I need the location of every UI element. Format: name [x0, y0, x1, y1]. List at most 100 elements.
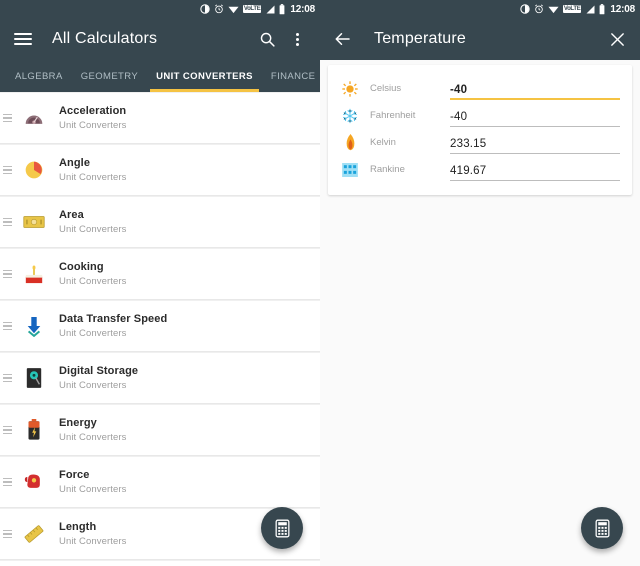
alarm-icon	[214, 4, 224, 14]
list-item-subtitle: Unit Converters	[59, 276, 127, 287]
converter-label: Rankine	[370, 164, 405, 175]
converter-row-rankine[interactable]: Rankine 419.67	[338, 156, 620, 183]
close-icon[interactable]	[606, 28, 628, 50]
signal-icon	[265, 5, 275, 14]
list-item-title: Cooking	[59, 261, 104, 273]
list-item[interactable]: Acceleration Unit Converters	[0, 92, 320, 143]
volte-icon: VoLTE	[562, 5, 582, 13]
list-item-subtitle: Unit Converters	[59, 328, 127, 339]
converter-value: 233.15	[450, 137, 487, 150]
drag-handle-icon[interactable]	[2, 529, 15, 539]
status-bar-right: VoLTE 12:08	[320, 0, 640, 18]
list-item-partial[interactable]	[0, 560, 320, 566]
dnd-icon	[200, 4, 210, 14]
hard-drive-icon	[17, 363, 51, 393]
list-item[interactable]: Digital Storage Unit Converters	[0, 352, 320, 403]
converter-row-celsius[interactable]: Celsius -40	[338, 75, 620, 102]
converter-input-fahrenheit[interactable]: -40	[450, 105, 620, 127]
drag-handle-icon[interactable]	[2, 477, 15, 487]
list-item-subtitle: Unit Converters	[59, 380, 127, 391]
boxing-glove-icon	[17, 467, 51, 497]
list-item[interactable]: Data Transfer Speed Unit Converters	[0, 300, 320, 351]
list-item-title: Length	[59, 521, 97, 533]
list-item[interactable]: Cooking Unit Converters	[0, 248, 320, 299]
temperature-converter-card: Celsius -40 Fahrenheit -40 Kelvin 233.15…	[328, 65, 632, 195]
grid-squares-icon	[338, 160, 362, 180]
list-item-subtitle: Unit Converters	[59, 484, 127, 495]
wifi-icon	[548, 5, 559, 14]
converter-area: Celsius -40 Fahrenheit -40 Kelvin 233.15…	[320, 60, 640, 566]
banknote-icon	[17, 207, 51, 237]
converter-input-kelvin[interactable]: 233.15	[450, 132, 620, 154]
input-underline	[450, 179, 620, 181]
list-item-subtitle: Unit Converters	[59, 172, 127, 183]
snowflake-icon	[338, 106, 362, 126]
app-bar-right: Temperature	[320, 18, 640, 60]
left-panel-all-calculators: VoLTE 12:08 All Calculators ALGEBRA GEOM…	[0, 0, 320, 566]
calculator-icon	[595, 519, 609, 537]
list-item-title: Data Transfer Speed	[59, 313, 168, 325]
list-item[interactable]: Area Unit Converters	[0, 196, 320, 247]
dual-screenshot-container: VoLTE 12:08 All Calculators ALGEBRA GEOM…	[0, 0, 640, 566]
calculator-icon	[275, 519, 289, 537]
list-item-title: Digital Storage	[59, 365, 139, 377]
list-item-title: Acceleration	[59, 105, 127, 117]
calculator-list[interactable]: Acceleration Unit Converters Angle Unit …	[0, 92, 320, 566]
status-bar-left: VoLTE 12:08	[0, 0, 320, 18]
list-item-subtitle: Unit Converters	[59, 432, 127, 443]
converter-label: Fahrenheit	[370, 110, 416, 121]
dnd-icon	[520, 4, 530, 14]
drag-handle-icon[interactable]	[2, 113, 15, 123]
list-item[interactable]: Force Unit Converters	[0, 456, 320, 507]
ruler-icon	[17, 519, 51, 549]
converter-value: 419.67	[450, 164, 487, 177]
input-underline	[450, 152, 620, 154]
hamburger-menu-icon[interactable]	[12, 28, 34, 50]
tab-algebra[interactable]: ALGEBRA	[6, 60, 72, 92]
page-title: All Calculators	[52, 30, 158, 47]
list-item-title: Area	[59, 209, 84, 221]
list-item-title: Angle	[59, 157, 91, 169]
volte-icon: VoLTE	[242, 5, 262, 13]
wifi-icon	[228, 5, 239, 14]
converter-value: -40	[450, 83, 468, 96]
pie-chart-icon	[17, 155, 51, 185]
list-item[interactable]: Energy Unit Converters	[0, 404, 320, 455]
input-underline	[450, 125, 620, 127]
drag-handle-icon[interactable]	[2, 373, 15, 383]
flame-icon	[338, 133, 362, 153]
calculator-fab-right[interactable]	[581, 507, 623, 549]
input-underline-active	[450, 97, 620, 100]
battery-icon	[279, 3, 285, 15]
signal-icon	[585, 5, 595, 14]
converter-input-rankine[interactable]: 419.67	[450, 159, 620, 181]
converter-value: -40	[450, 110, 468, 123]
drag-handle-icon[interactable]	[2, 425, 15, 435]
tab-finance[interactable]: FINANCE	[262, 60, 320, 92]
drag-handle-icon[interactable]	[2, 321, 15, 331]
status-bar-time: 12:08	[610, 3, 635, 15]
converter-row-fahrenheit[interactable]: Fahrenheit -40	[338, 102, 620, 129]
status-bar-time: 12:08	[290, 3, 315, 15]
overflow-menu-icon[interactable]	[286, 28, 308, 50]
battery-icon	[17, 415, 51, 445]
tab-unit-converters[interactable]: UNIT CONVERTERS	[147, 60, 262, 92]
drag-handle-icon[interactable]	[2, 165, 15, 175]
drag-handle-icon[interactable]	[2, 269, 15, 279]
download-arrow-icon	[17, 311, 51, 341]
converter-title: Temperature	[374, 30, 467, 47]
app-bar-left: All Calculators	[0, 18, 320, 60]
drag-handle-icon[interactable]	[2, 217, 15, 227]
converter-row-kelvin[interactable]: Kelvin 233.15	[338, 129, 620, 156]
list-item-title: Force	[59, 469, 90, 481]
battery-icon	[599, 3, 605, 15]
search-icon[interactable]	[256, 28, 278, 50]
list-item-subtitle: Unit Converters	[59, 120, 127, 131]
tab-geometry[interactable]: GEOMETRY	[72, 60, 147, 92]
converter-input-celsius[interactable]: -40	[450, 78, 620, 100]
sun-icon	[338, 79, 362, 99]
calculator-fab-left[interactable]	[261, 507, 303, 549]
back-arrow-icon[interactable]	[332, 28, 354, 50]
list-item[interactable]: Angle Unit Converters	[0, 144, 320, 195]
list-item-title: Energy	[59, 417, 97, 429]
